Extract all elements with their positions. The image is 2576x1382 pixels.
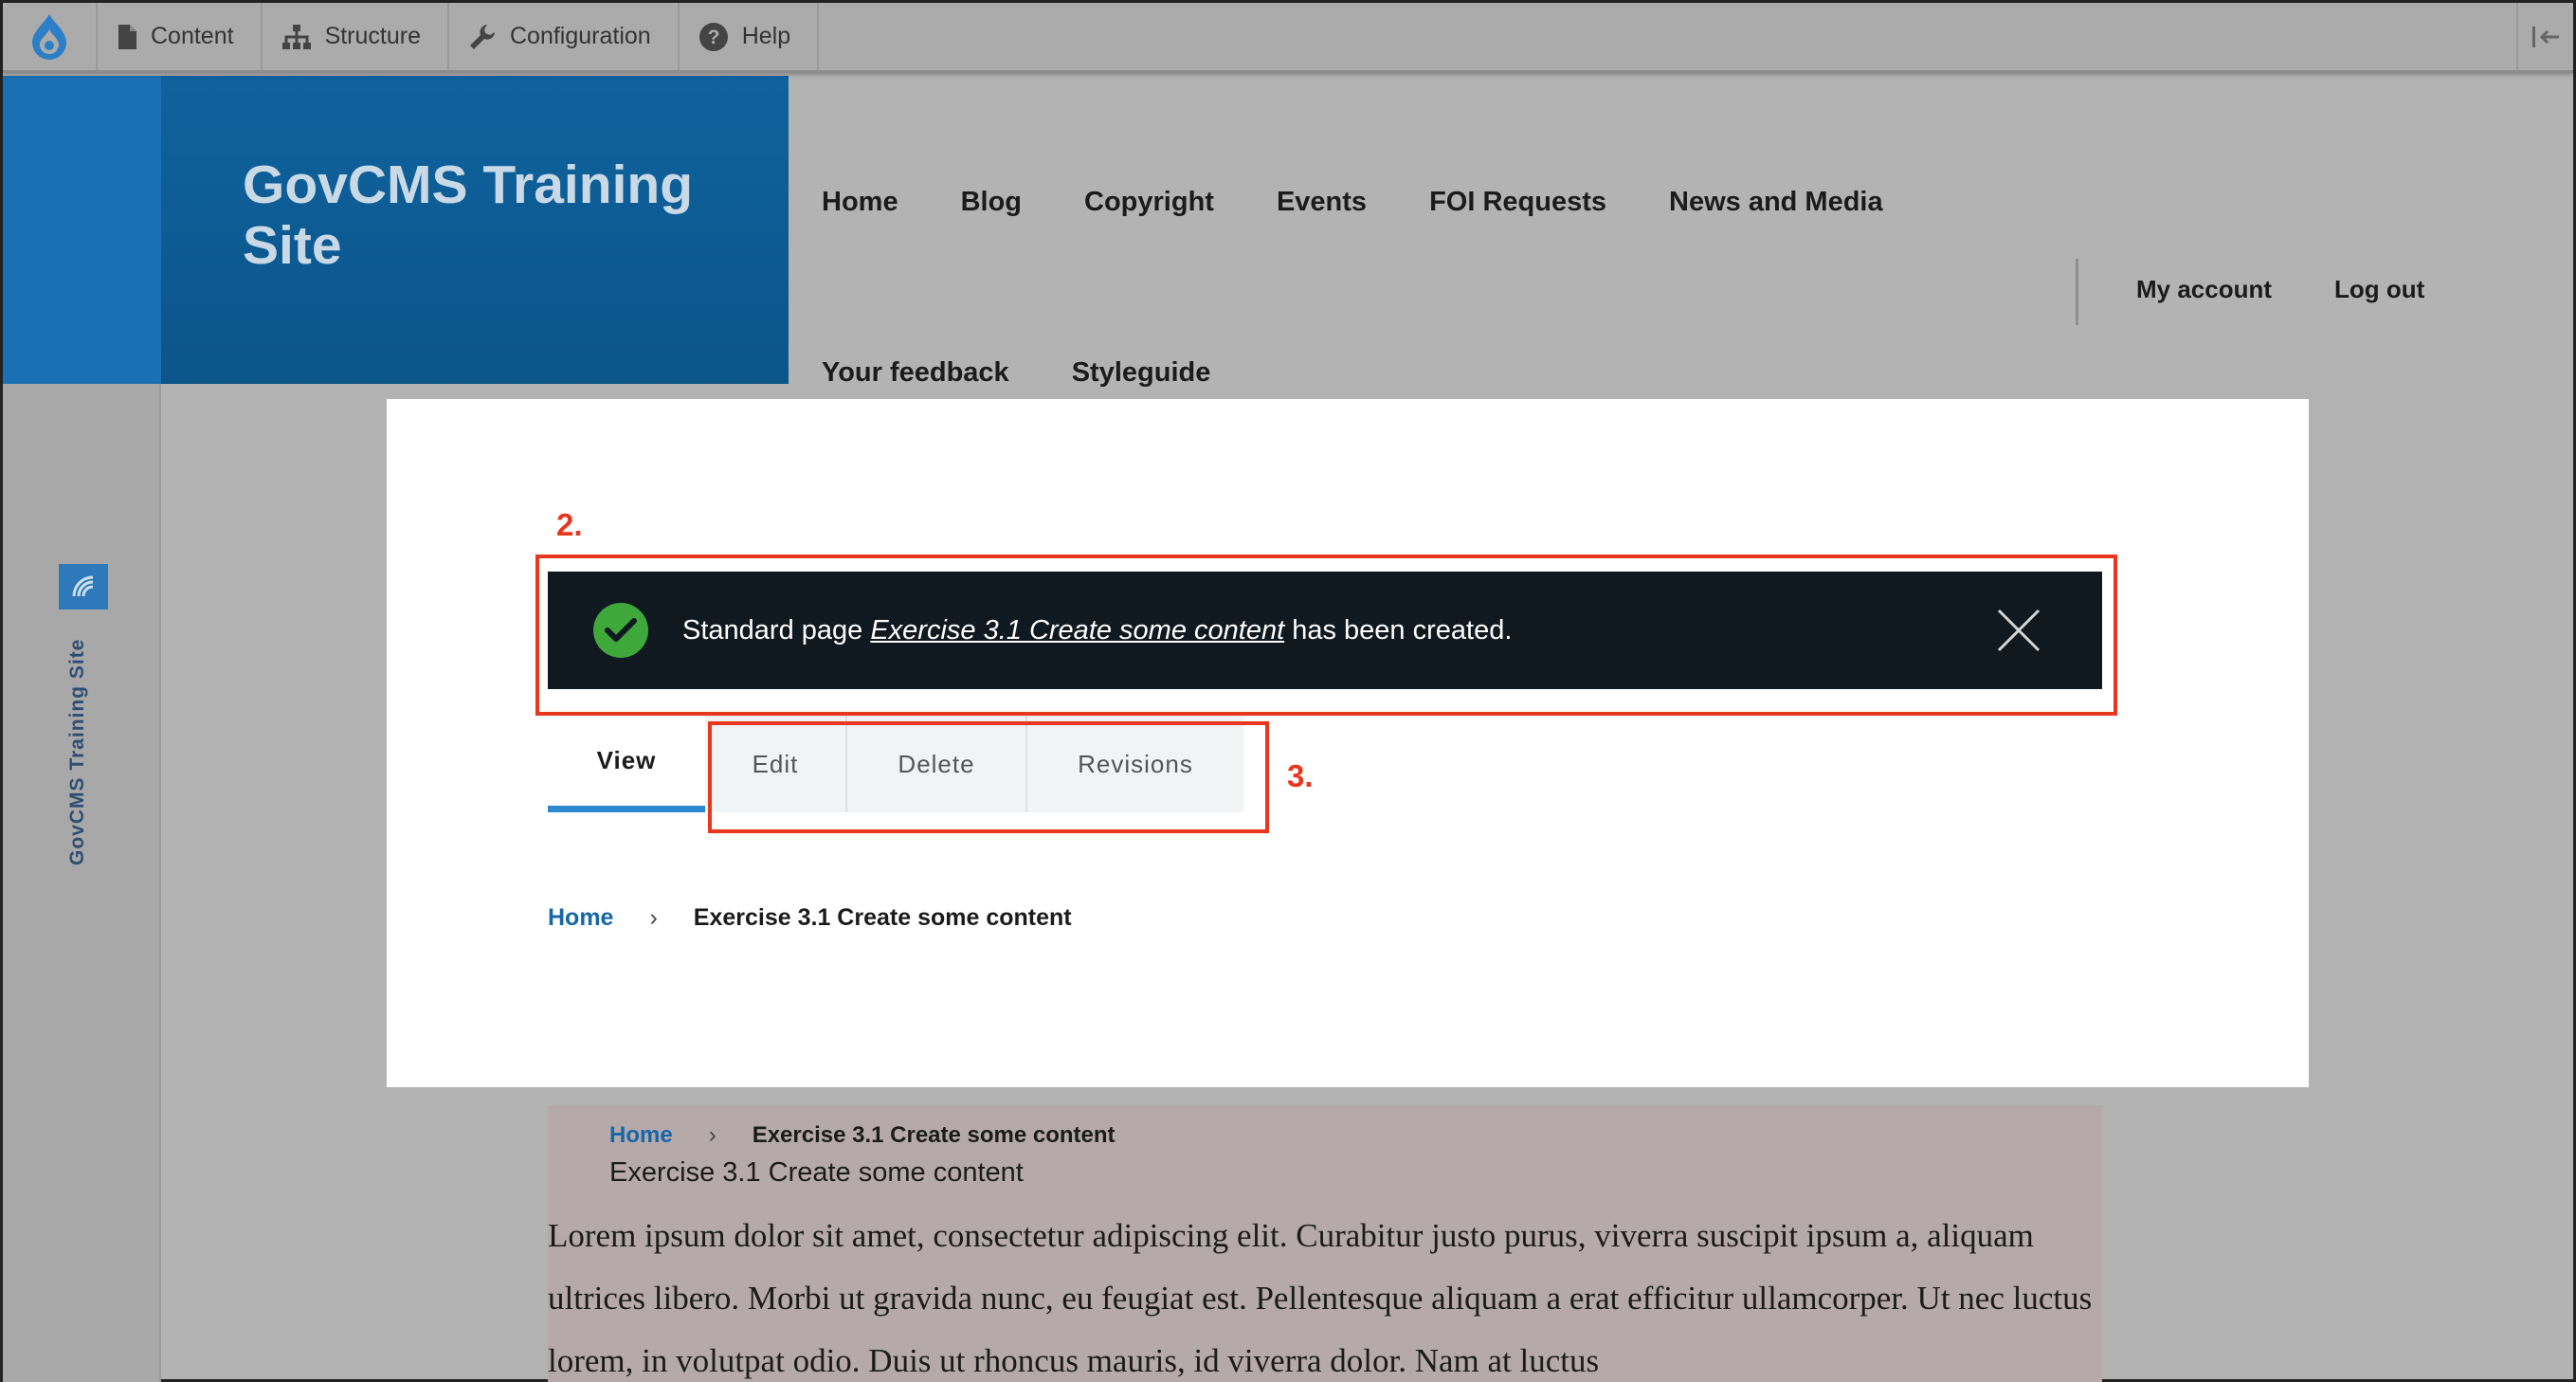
admin-toolbar: Content Structure Configuration ? Help xyxy=(3,3,2573,73)
toolbar-help[interactable]: ? Help xyxy=(680,3,820,70)
chevron-right-icon: › xyxy=(708,1122,717,1148)
check-circle-icon xyxy=(593,603,648,658)
status-message-link[interactable]: Exercise 3.1 Create some content xyxy=(870,615,1284,646)
nav-events[interactable]: Events xyxy=(1277,187,1367,218)
chevron-right-icon: › xyxy=(649,904,658,931)
nav-news-and-media[interactable]: News and Media xyxy=(1669,187,1883,218)
sitemap-icon xyxy=(281,24,311,49)
status-message-text: Standard page Exercise 3.1 Create some c… xyxy=(682,615,1512,646)
breadcrumb-current: Exercise 3.1 Create some content xyxy=(693,904,1072,931)
nav-home[interactable]: Home xyxy=(822,187,898,218)
nav-my-account[interactable]: My account xyxy=(2136,275,2272,304)
body-text: Lorem ipsum dolor sit amet, consectetur … xyxy=(548,1217,2093,1379)
nav-foi-requests[interactable]: FOI Requests xyxy=(1429,187,1606,218)
main-navigation-row-2: Your feedback Styleguide xyxy=(822,357,1210,389)
annotation-step-3: 3. xyxy=(1287,758,1314,793)
content-breadcrumb: Home › Exercise 3.1 Create some content xyxy=(609,1122,1116,1149)
breadcrumb-home[interactable]: Home xyxy=(548,904,613,932)
nav-blog[interactable]: Blog xyxy=(961,187,1022,218)
content-breadcrumb-home[interactable]: Home xyxy=(609,1122,673,1149)
drupal-home-button[interactable] xyxy=(3,3,98,70)
toolbar-collapse-button[interactable] xyxy=(2516,3,2573,70)
status-prefix: Standard page xyxy=(682,614,871,646)
status-suffix: has been created. xyxy=(1284,614,1513,646)
toolbar-structure-label: Structure xyxy=(324,23,421,49)
toolbar-content[interactable]: Content xyxy=(98,3,263,70)
main-navigation: Home Blog Copyright Events FOI Requests … xyxy=(822,187,1883,218)
wifi-icon xyxy=(72,575,94,597)
annotation-step-2: 2. xyxy=(556,507,583,542)
document-icon xyxy=(118,24,136,49)
wrench-icon xyxy=(470,24,495,49)
toolbar-help-label: Help xyxy=(741,23,791,49)
breadcrumb: Home › Exercise 3.1 Create some content xyxy=(548,904,1072,932)
site-name[interactable]: GovCMS Training Site xyxy=(243,155,773,276)
account-navigation: My account Log out xyxy=(2136,275,2424,304)
toolbar-structure[interactable]: Structure xyxy=(263,3,449,70)
content-breadcrumb-current: Exercise 3.1 Create some content xyxy=(752,1122,1116,1148)
close-icon[interactable] xyxy=(1996,608,2041,653)
nav-copyright[interactable]: Copyright xyxy=(1084,187,1214,218)
page-title: Exercise 3.1 Create some content xyxy=(609,1157,1024,1188)
tab-view[interactable]: View xyxy=(548,716,705,812)
toolbar-configuration-label: Configuration xyxy=(510,23,651,49)
annotation-box-tabs xyxy=(708,721,1269,833)
nav-log-out[interactable]: Log out xyxy=(2334,275,2424,304)
svg-text:?: ? xyxy=(707,27,719,48)
drupal-drop-icon xyxy=(32,13,66,60)
toolbar-content-label: Content xyxy=(151,23,234,49)
collapse-sidebar-icon xyxy=(2532,26,2559,47)
sidebar-site-label: GovCMS Training Site xyxy=(66,638,88,865)
nav-styleguide[interactable]: Styleguide xyxy=(1072,357,1211,389)
toolbar-configuration[interactable]: Configuration xyxy=(449,3,680,70)
sidebar-badge[interactable] xyxy=(59,564,108,609)
account-divider xyxy=(2076,259,2078,325)
status-message: Standard page Exercise 3.1 Create some c… xyxy=(548,572,2102,689)
nav-your-feedback[interactable]: Your feedback xyxy=(822,357,1009,389)
help-icon: ? xyxy=(698,22,728,51)
